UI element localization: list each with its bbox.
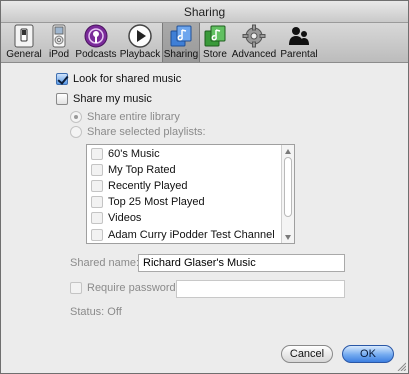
- list-item[interactable]: 60's Music: [91, 146, 160, 162]
- radio-unselected-icon[interactable]: [70, 126, 82, 138]
- sharing-status: Status: Off: [70, 306, 122, 318]
- playlist-scrollbar[interactable]: [281, 145, 294, 243]
- playlist-checkbox[interactable]: [91, 164, 103, 176]
- share-my-music-label: Share my music: [73, 93, 152, 105]
- radio-selected-icon[interactable]: [70, 111, 82, 123]
- general-switch-icon: [12, 24, 36, 48]
- window-title: Sharing: [1, 1, 408, 23]
- tab-podcasts[interactable]: Podcasts: [75, 23, 117, 62]
- playlist-name: Adam Curry iPodder Test Channel: [108, 229, 275, 241]
- tab-general-label: General: [6, 49, 42, 60]
- require-password-label: Require password:: [87, 282, 179, 294]
- preferences-window: Sharing General iPod Podcasts Playback S…: [0, 0, 409, 374]
- resize-grip-icon[interactable]: [396, 361, 406, 371]
- playlist-name: 60's Music: [108, 148, 160, 160]
- tab-ipod[interactable]: iPod: [45, 23, 73, 62]
- playlist-name: Recently Played: [108, 180, 188, 192]
- gear-icon: [242, 24, 266, 48]
- tab-parental-label: Parental: [280, 49, 318, 60]
- scroll-thumb[interactable]: [284, 157, 292, 217]
- playlist-checkbox[interactable]: [91, 212, 103, 224]
- preferences-toolbar: General iPod Podcasts Playback Sharing S…: [1, 23, 408, 63]
- playlist-name: Top 25 Most Played: [108, 196, 205, 208]
- share-selected-playlists-radio[interactable]: Share selected playlists:: [70, 126, 206, 138]
- tab-store-label: Store: [203, 49, 227, 60]
- scroll-down-arrow-icon[interactable]: [285, 235, 291, 240]
- playlist-name: My Top Rated: [108, 164, 176, 176]
- play-icon: [128, 24, 152, 48]
- list-item[interactable]: My Top Rated: [91, 162, 176, 178]
- shared-name-label: Shared name:: [70, 257, 140, 269]
- share-my-music-checkbox[interactable]: Share my music: [56, 93, 152, 105]
- ok-button[interactable]: OK: [342, 345, 394, 363]
- playlist-checkbox[interactable]: [91, 196, 103, 208]
- tab-advanced-label: Advanced: [231, 49, 277, 60]
- list-item[interactable]: Videos: [91, 210, 141, 226]
- tab-ipod-label: iPod: [48, 49, 69, 60]
- checkbox-checked-icon[interactable]: [56, 73, 68, 85]
- sharing-icon: [169, 24, 193, 48]
- playlist-checkbox[interactable]: [91, 148, 103, 160]
- share-entire-library-label: Share entire library: [87, 111, 180, 123]
- podcast-icon: [84, 24, 108, 48]
- cancel-button[interactable]: Cancel: [281, 345, 333, 363]
- tab-store[interactable]: Store: [201, 23, 229, 62]
- tab-podcasts-label: Podcasts: [75, 49, 117, 60]
- list-item[interactable]: Adam Curry iPodder Test Channel: [91, 227, 275, 243]
- scroll-up-arrow-icon[interactable]: [285, 149, 291, 154]
- tab-sharing-label: Sharing: [163, 49, 199, 60]
- share-selected-playlists-label: Share selected playlists:: [87, 126, 206, 138]
- tab-playback-label: Playback: [119, 49, 161, 60]
- parental-icon: [287, 24, 311, 48]
- ipod-icon: [47, 24, 71, 48]
- shared-name-input[interactable]: [138, 254, 345, 272]
- checkbox-unchecked-icon[interactable]: [70, 282, 82, 294]
- checkbox-unchecked-icon[interactable]: [56, 93, 68, 105]
- playlist-checkbox[interactable]: [91, 229, 103, 241]
- password-input[interactable]: [176, 280, 345, 298]
- store-icon: [203, 24, 227, 48]
- playlist-list[interactable]: 60's Music My Top Rated Recently Played …: [86, 144, 295, 244]
- share-entire-library-radio[interactable]: Share entire library: [70, 111, 180, 123]
- tab-playback[interactable]: Playback: [119, 23, 161, 62]
- sharing-pane: Look for shared music Share my music Sha…: [1, 64, 408, 373]
- playlist-checkbox[interactable]: [91, 180, 103, 192]
- tab-sharing[interactable]: Sharing: [162, 23, 200, 62]
- require-password-checkbox[interactable]: Require password:: [70, 282, 179, 294]
- playlist-name: Videos: [108, 212, 142, 224]
- list-item[interactable]: Recently Played: [91, 178, 188, 194]
- tab-general[interactable]: General: [5, 23, 43, 62]
- tab-parental[interactable]: Parental: [280, 23, 318, 62]
- look-for-shared-checkbox[interactable]: Look for shared music: [56, 73, 181, 85]
- look-for-shared-label: Look for shared music: [73, 73, 182, 85]
- tab-advanced[interactable]: Advanced: [231, 23, 277, 62]
- list-item[interactable]: Top 25 Most Played: [91, 194, 205, 210]
